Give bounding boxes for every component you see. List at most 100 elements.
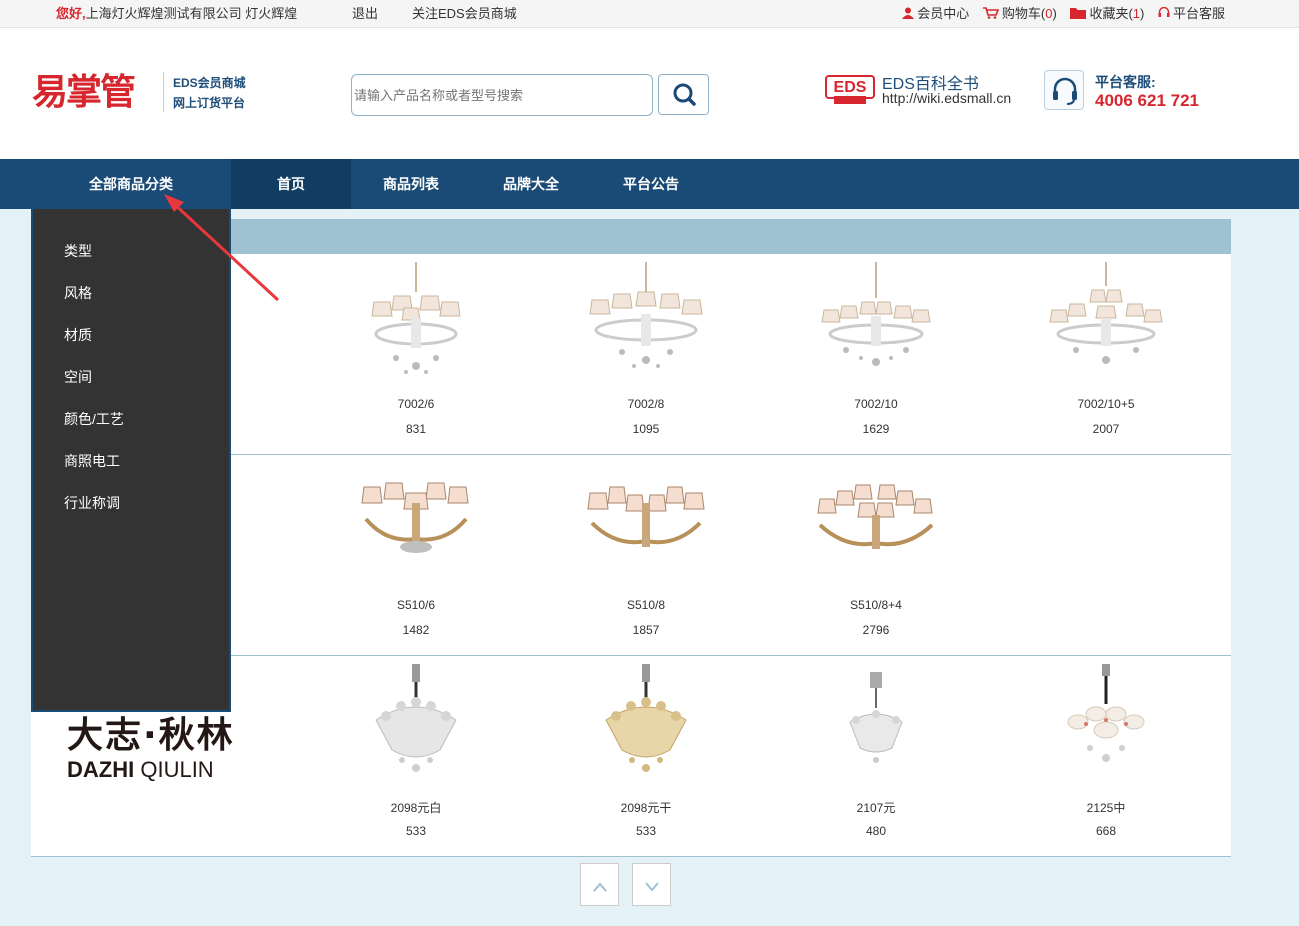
- nav-item-announcements[interactable]: 平台公告: [591, 159, 711, 209]
- service-link[interactable]: 平台客服: [1158, 0, 1225, 27]
- search-icon: [673, 83, 696, 106]
- service-label: 平台客服: [1172, 6, 1225, 21]
- eds-wiki-icon: EDS: [825, 75, 875, 104]
- main-nav: 全部商品分类 首页 商品列表 品牌大全 平台公告: [0, 159, 1299, 209]
- search-button[interactable]: [658, 74, 709, 115]
- product-price: 2796: [862, 623, 890, 637]
- hotline-icon-box: [1044, 70, 1084, 110]
- site-logo[interactable]: 易掌管: [32, 72, 152, 114]
- search-input[interactable]: [352, 75, 642, 115]
- scroll-down-button[interactable]: [632, 863, 671, 906]
- product-card[interactable]: 7002/8 1095: [531, 254, 761, 454]
- chandelier-image: [587, 486, 705, 547]
- product-price: 2007: [1092, 422, 1120, 436]
- product-model[interactable]: 2098元白: [301, 799, 531, 816]
- product-price: 533: [405, 824, 427, 838]
- logo-text: 易掌管: [32, 72, 136, 113]
- hotline-phone: 4006 621 721: [1095, 91, 1199, 110]
- product-model[interactable]: 7002/10: [761, 397, 991, 411]
- svg-text:EDS: EDS: [834, 79, 867, 96]
- product-model[interactable]: S510/6: [301, 598, 531, 612]
- chandelier-image: [361, 482, 469, 553]
- product-card[interactable]: S510/6 1482: [301, 455, 531, 655]
- greeting-text: 您好,: [56, 6, 86, 21]
- product-model[interactable]: 2098元干: [531, 799, 761, 816]
- product-card[interactable]: 2125中 668: [991, 656, 1221, 856]
- user-icon: [902, 7, 915, 19]
- logo-sub-line2: 网上订货平台: [173, 96, 246, 110]
- brand-en-bold: DAZHI: [67, 757, 135, 782]
- logout-link[interactable]: 退出: [352, 0, 378, 27]
- product-card[interactable]: 2098元白 533: [301, 656, 531, 856]
- header: 易掌管 EDS会员商城 网上订货平台 EDS EDS百科全书 http://wi…: [0, 28, 1299, 159]
- cart-link[interactable]: 购物车(0): [982, 0, 1057, 27]
- product-price: 1629: [862, 422, 890, 436]
- brand-name-cn: 大志·秋林: [67, 715, 235, 756]
- product-price: 480: [865, 824, 887, 838]
- member-center-label: 会员中心: [917, 6, 970, 21]
- chevron-up-icon: [592, 882, 607, 892]
- chandelier-image: [1067, 664, 1145, 762]
- brand-name-en: DAZHI QIULIN: [67, 756, 247, 784]
- category-item-type[interactable]: 类型: [64, 241, 92, 261]
- all-categories-button[interactable]: 全部商品分类: [31, 159, 231, 209]
- company-name: 上海灯火辉煌测试有限公司 灯火辉煌: [85, 6, 298, 21]
- product-card[interactable]: S510/8 1857: [531, 455, 761, 655]
- nav-item-product-list[interactable]: 商品列表: [351, 159, 471, 209]
- category-item-style[interactable]: 风格: [64, 283, 92, 303]
- category-item-color-craft[interactable]: 颜色/工艺: [64, 409, 124, 429]
- product-card[interactable]: S510/8+4 2796: [761, 455, 991, 655]
- chandelier-image: [849, 672, 903, 763]
- eds-wiki-url[interactable]: http://wiki.edsmall.cn: [882, 90, 1011, 106]
- fav-count: 1: [1132, 6, 1141, 21]
- chandelier-image: [1049, 262, 1163, 364]
- category-item-commercial-electrical[interactable]: 商照电工: [64, 451, 120, 471]
- product-price: 1482: [402, 623, 430, 637]
- product-price: 831: [405, 422, 427, 436]
- headset-icon: [1158, 6, 1170, 17]
- product-model[interactable]: 7002/10+5: [991, 397, 1221, 411]
- chandelier-image: [375, 664, 457, 772]
- logo-subtitle: EDS会员商城 网上订货平台: [173, 73, 246, 113]
- chandelier-image: [371, 262, 461, 374]
- member-center-link[interactable]: 会员中心: [902, 0, 969, 27]
- logo-divider: [163, 72, 164, 112]
- product-card[interactable]: 2107元 480: [761, 656, 991, 856]
- top-bar: 您好,上海灯火辉煌测试有限公司 灯火辉煌 退出 关注EDS会员商城 会员中心 购…: [0, 0, 1299, 28]
- hotline-label: 平台客服:: [1095, 74, 1156, 90]
- nav-item-brands[interactable]: 品牌大全: [471, 159, 591, 209]
- chandelier-image: [817, 484, 934, 549]
- brand-logo-dazhi-qiulin[interactable]: 大志·秋林 DAZHI QIULIN: [67, 716, 247, 786]
- category-item-material[interactable]: 材质: [64, 325, 92, 345]
- product-card[interactable]: 7002/6 831: [301, 254, 531, 454]
- product-model[interactable]: 7002/6: [301, 397, 531, 411]
- nav-item-home[interactable]: 首页: [231, 159, 351, 209]
- cart-label: 购物车(: [1001, 6, 1046, 21]
- product-card[interactable]: 7002/10 1629: [761, 254, 991, 454]
- product-model[interactable]: 2125中: [991, 799, 1221, 816]
- follow-link[interactable]: 关注EDS会员商城: [412, 0, 517, 27]
- category-dropdown: 类型 风格 材质 空间 颜色/工艺 商照电工 行业称调: [31, 209, 231, 712]
- cart-close-paren: ): [1052, 6, 1057, 21]
- product-model[interactable]: S510/8: [531, 598, 761, 612]
- product-model[interactable]: 2107元: [761, 799, 991, 816]
- product-card[interactable]: 7002/10+5 2007: [991, 254, 1221, 454]
- headset-icon: [1053, 77, 1077, 105]
- folder-icon: [1070, 8, 1087, 19]
- chevron-down-icon: [644, 882, 659, 892]
- eds-wiki-logo[interactable]: EDS: [824, 68, 876, 108]
- category-item-industry-title[interactable]: 行业称调: [64, 493, 120, 513]
- product-card[interactable]: 2098元干 533: [531, 656, 761, 856]
- brand-en-light: QIULIN: [140, 757, 214, 782]
- favorites-link[interactable]: 收藏夹(1): [1070, 0, 1144, 27]
- chandelier-image: [589, 262, 703, 368]
- product-model[interactable]: S510/8+4: [761, 598, 991, 612]
- logo-sub-line1: EDS会员商城: [173, 76, 246, 90]
- product-price: 668: [1095, 824, 1117, 838]
- category-item-space[interactable]: 空间: [64, 367, 92, 387]
- search-box: [351, 74, 653, 116]
- product-price: 1857: [632, 623, 660, 637]
- product-model[interactable]: 7002/8: [531, 397, 761, 411]
- fav-label: 收藏夹(: [1089, 6, 1133, 21]
- scroll-up-button[interactable]: [580, 863, 619, 906]
